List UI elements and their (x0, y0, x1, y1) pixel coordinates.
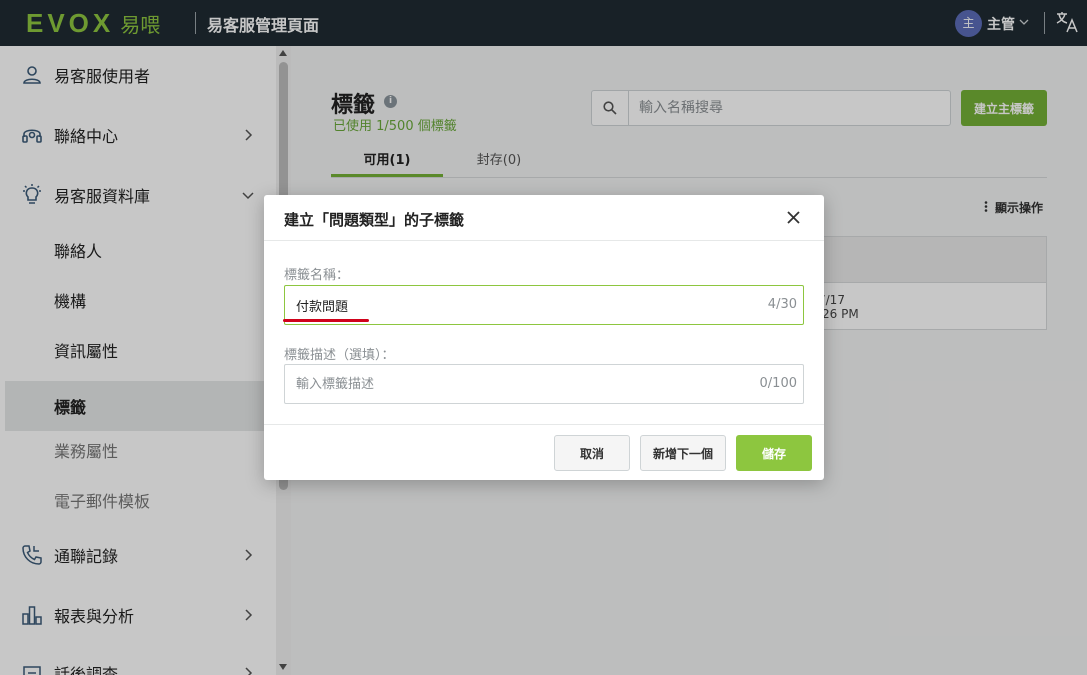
create-subtag-dialog: 建立「問題類型」的子標籤 標籤名稱： 4/30 標籤描述（選填）： 0/100 … (264, 195, 824, 480)
save-button[interactable]: 儲存 (736, 435, 812, 471)
tag-description-field[interactable]: 0/100 (284, 364, 804, 404)
cancel-button[interactable]: 取消 (554, 435, 630, 471)
tag-name-char-count: 4/30 (767, 297, 797, 312)
red-underline-annotation (283, 319, 369, 322)
tag-description-input[interactable] (285, 365, 755, 403)
dialog-title: 建立「問題類型」的子標籤 (284, 211, 465, 229)
tag-description-label: 標籤描述（選填）： (284, 348, 395, 363)
tag-name-label: 標籤名稱： (284, 268, 350, 283)
tag-description-char-count: 0/100 (759, 376, 797, 391)
dialog-footer-divider (264, 424, 824, 425)
close-icon[interactable] (786, 210, 801, 225)
add-next-button[interactable]: 新增下一個 (640, 435, 726, 471)
dialog-header: 建立「問題類型」的子標籤 (264, 195, 824, 241)
